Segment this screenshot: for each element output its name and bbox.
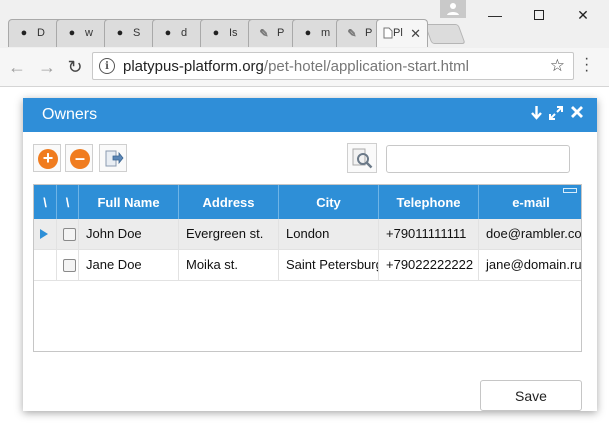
github-icon: ●: [116, 27, 124, 39]
row-marker: [34, 219, 57, 249]
cell-telephone[interactable]: +79011111111: [379, 219, 479, 249]
add-button[interactable]: +: [33, 144, 61, 172]
find-button[interactable]: [347, 143, 377, 173]
cell-city[interactable]: London: [279, 219, 379, 249]
cell-email[interactable]: doe@rambler.com: [479, 219, 581, 249]
cell-full-name[interactable]: Jane Doe: [79, 250, 179, 280]
tab-title: Pl: [393, 27, 403, 39]
delete-button[interactable]: –: [65, 144, 93, 172]
column-header-marker[interactable]: \: [34, 185, 57, 219]
github-icon: ●: [304, 27, 312, 39]
table-row[interactable]: John Doe Evergreen st. London +790111111…: [34, 219, 581, 250]
plus-icon: +: [38, 149, 58, 169]
select-button[interactable]: [99, 144, 127, 172]
minimize-arrow-icon[interactable]: [530, 105, 543, 125]
column-header-check[interactable]: \: [57, 185, 79, 219]
github-icon: ●: [20, 27, 28, 39]
grid-header: \ \ Full Name Address City Telephone e-m…: [34, 185, 581, 219]
cell-address[interactable]: Moika st.: [179, 250, 279, 280]
platypus-icon: ✎: [347, 27, 357, 40]
row-indicator-icon: [40, 229, 48, 239]
cell-address[interactable]: Evergreen st.: [179, 219, 279, 249]
tab-title: Is: [229, 27, 238, 39]
maximize-expand-icon[interactable]: [549, 106, 563, 125]
github-icon: ●: [212, 27, 220, 39]
minus-icon: –: [70, 149, 90, 169]
tab-close-icon[interactable]: ✕: [410, 26, 421, 42]
dialog-title: Owners: [42, 106, 98, 123]
url-text: platypus-platform.org/pet-hotel/applicat…: [123, 58, 469, 75]
tab-title: m: [321, 27, 331, 39]
url-host: platypus-platform.org: [123, 58, 264, 75]
export-arrow-icon: [104, 149, 124, 174]
reload-icon[interactable]: ↻: [64, 56, 86, 78]
github-icon: ●: [68, 27, 76, 39]
info-icon[interactable]: i: [99, 58, 115, 74]
tab-title: P: [365, 27, 373, 39]
row-marker: [34, 250, 57, 280]
column-header-address[interactable]: Address: [179, 185, 279, 219]
search-input[interactable]: [386, 145, 570, 173]
bookmark-star-icon[interactable]: ☆: [550, 56, 565, 76]
cell-email[interactable]: jane@domain.ru: [479, 250, 581, 280]
tab-title: d: [181, 27, 188, 39]
back-arrow-icon[interactable]: ←: [6, 56, 28, 78]
cell-telephone[interactable]: +79022222222: [379, 250, 479, 280]
row-check: [57, 219, 79, 249]
owners-grid: \ \ Full Name Address City Telephone e-m…: [33, 184, 582, 352]
github-icon: ●: [164, 27, 172, 39]
column-menu-icon[interactable]: [563, 188, 577, 193]
tab-strip: ● D ● w ● S ● d ● Is ✎ P ● m ✎ P Pl ✕: [0, 0, 609, 48]
owners-dialog: Owners + – \ \ Full Name Address City Te…: [23, 98, 597, 411]
tab-title: P: [277, 27, 285, 39]
search-icon: [352, 148, 374, 175]
column-header-telephone[interactable]: Telephone: [379, 185, 479, 219]
row-checkbox[interactable]: [63, 228, 76, 241]
new-tab-button[interactable]: [424, 24, 466, 44]
page-content: Owners + – \ \ Full Name Address City Te…: [0, 87, 609, 432]
row-check: [57, 250, 79, 280]
cell-city[interactable]: Saint Petersburg: [279, 250, 379, 280]
url-path: /pet-hotel/application-start.html: [263, 58, 470, 75]
browser-toolbar: ← → ↻ i platypus-platform.org/pet-hotel/…: [0, 48, 609, 87]
address-bar[interactable]: i platypus-platform.org/pet-hotel/applic…: [92, 52, 574, 80]
cell-full-name[interactable]: John Doe: [79, 219, 179, 249]
column-header-city[interactable]: City: [279, 185, 379, 219]
row-checkbox[interactable]: [63, 259, 76, 272]
tab-title: S: [133, 27, 141, 39]
dialog-close-icon[interactable]: [570, 105, 584, 124]
window-close-icon[interactable]: ✕: [568, 4, 598, 26]
tab-title: D: [37, 27, 45, 39]
profile-avatar-icon[interactable]: [440, 0, 466, 18]
table-row[interactable]: Jane Doe Moika st. Saint Petersburg +790…: [34, 250, 581, 281]
browser-tab-active[interactable]: Pl ✕: [376, 19, 428, 47]
platypus-icon: ✎: [259, 27, 269, 40]
maximize-icon[interactable]: [524, 4, 554, 26]
tab-title: w: [85, 27, 93, 39]
minimize-icon[interactable]: —: [480, 4, 510, 26]
dialog-header: Owners: [23, 98, 597, 132]
save-button[interactable]: Save: [480, 380, 582, 411]
menu-kebab-icon[interactable]: · · ·: [584, 51, 589, 79]
column-header-full-name[interactable]: Full Name: [79, 185, 179, 219]
forward-arrow-icon[interactable]: →: [36, 56, 58, 78]
